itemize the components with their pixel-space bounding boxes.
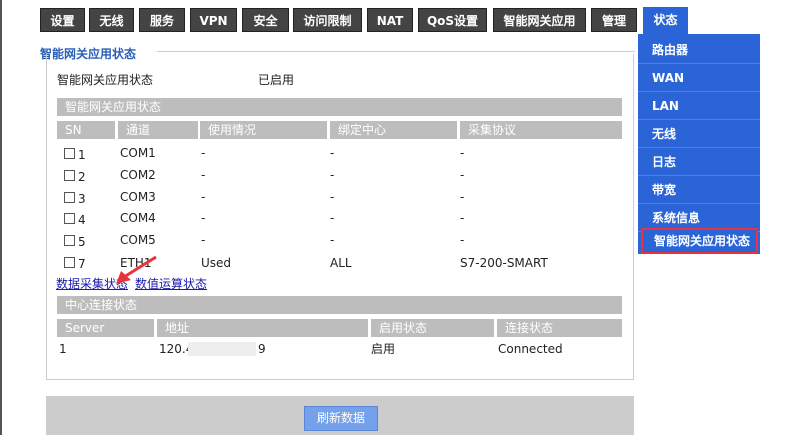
status-sidebar: 路由器 WAN LAN 无线 日志 带宽 系统信息 智能网关应用状态 — [638, 34, 760, 254]
row-checkbox[interactable] — [64, 213, 75, 224]
status-value: 已启用 — [258, 73, 295, 87]
tab-vpn[interactable]: VPN — [190, 8, 237, 32]
row-center: - — [330, 233, 335, 247]
tab-settings[interactable]: 设置 — [40, 8, 85, 32]
row-sn: 1 — [78, 148, 86, 162]
tab-management[interactable]: 管理 — [591, 8, 637, 32]
tab-status[interactable]: 状态 — [643, 7, 688, 34]
row-checkbox[interactable] — [64, 235, 75, 246]
column-header-channel: 通道 — [118, 121, 198, 139]
row-usage: Used — [201, 256, 232, 270]
row-center: - — [330, 190, 335, 204]
column-header-bound-center: 绑定中心 — [330, 121, 457, 139]
row-usage: - — [201, 190, 206, 204]
column-header-protocol: 采集协议 — [460, 121, 622, 139]
title-divider — [157, 51, 635, 52]
row-sn: 5 — [78, 235, 86, 249]
row-protocol: - — [460, 211, 465, 225]
tab-wireless[interactable]: 无线 — [89, 8, 134, 32]
row-checkbox[interactable] — [64, 257, 75, 268]
status-label: 智能网关应用状态 — [57, 73, 154, 87]
sidebar-item-smart-gateway-status[interactable]: 智能网关应用状态 — [641, 228, 758, 254]
column-header-server: Server — [57, 319, 154, 337]
server-connection: Connected — [498, 342, 563, 356]
row-channel: COM1 — [120, 146, 156, 160]
annotation-arrow-icon — [116, 255, 157, 284]
column-header-sn: SN — [57, 121, 115, 139]
row-sn: 3 — [78, 192, 86, 206]
row-protocol: - — [460, 146, 465, 160]
row-checkbox[interactable] — [64, 192, 75, 203]
row-checkbox[interactable] — [64, 170, 75, 181]
tab-smart-gateway[interactable]: 智能网关应用 — [493, 8, 586, 32]
tab-services[interactable]: 服务 — [139, 8, 185, 32]
row-channel: COM2 — [120, 168, 156, 182]
row-sn: 4 — [78, 213, 86, 227]
server-address-end: 9 — [258, 342, 266, 356]
center-status-title-bar: 中心连接状态 — [57, 296, 622, 314]
row-center: - — [330, 168, 335, 182]
row-usage: - — [201, 211, 206, 225]
row-channel: COM4 — [120, 211, 156, 225]
tab-nat[interactable]: NAT — [367, 8, 413, 32]
sidebar-item-wan[interactable]: WAN — [638, 64, 760, 92]
row-protocol: S7-200-SMART — [460, 256, 548, 270]
row-protocol: - — [460, 168, 465, 182]
row-center: ALL — [330, 256, 352, 270]
row-center: - — [330, 146, 335, 160]
column-header-address: 地址 — [157, 319, 368, 337]
refresh-data-button[interactable]: 刷新数据 — [304, 406, 378, 431]
server-id: 1 — [59, 342, 67, 356]
sidebar-item-bandwidth[interactable]: 带宽 — [638, 176, 760, 204]
sidebar-item-lan[interactable]: LAN — [638, 92, 760, 120]
sidebar-item-wireless[interactable]: 无线 — [638, 120, 760, 148]
row-usage: - — [201, 168, 206, 182]
row-channel: COM3 — [120, 190, 156, 204]
left-border — [0, 0, 2, 435]
table-title-bar: 智能网关应用状态 — [57, 98, 622, 116]
row-usage: - — [201, 146, 206, 160]
sidebar-item-router[interactable]: 路由器 — [638, 36, 760, 64]
column-header-usage: 使用情况 — [200, 121, 327, 139]
row-protocol: - — [460, 190, 465, 204]
row-sn: 2 — [78, 170, 86, 184]
sidebar-item-logs[interactable]: 日志 — [638, 148, 760, 176]
server-enabled: 启用 — [371, 342, 396, 356]
column-header-connection-status: 连接状态 — [497, 319, 622, 337]
tab-security[interactable]: 安全 — [242, 8, 289, 32]
row-checkbox[interactable] — [64, 148, 75, 159]
tab-access-restriction[interactable]: 访问限制 — [293, 8, 362, 32]
row-protocol: - — [460, 233, 465, 247]
address-redaction — [188, 342, 256, 356]
tab-qos[interactable]: QoS设置 — [418, 8, 487, 32]
row-center: - — [330, 211, 335, 225]
row-channel: COM5 — [120, 233, 156, 247]
row-sn: 7 — [78, 257, 86, 271]
column-header-enabled-status: 启用状态 — [371, 319, 494, 337]
row-usage: - — [201, 233, 206, 247]
